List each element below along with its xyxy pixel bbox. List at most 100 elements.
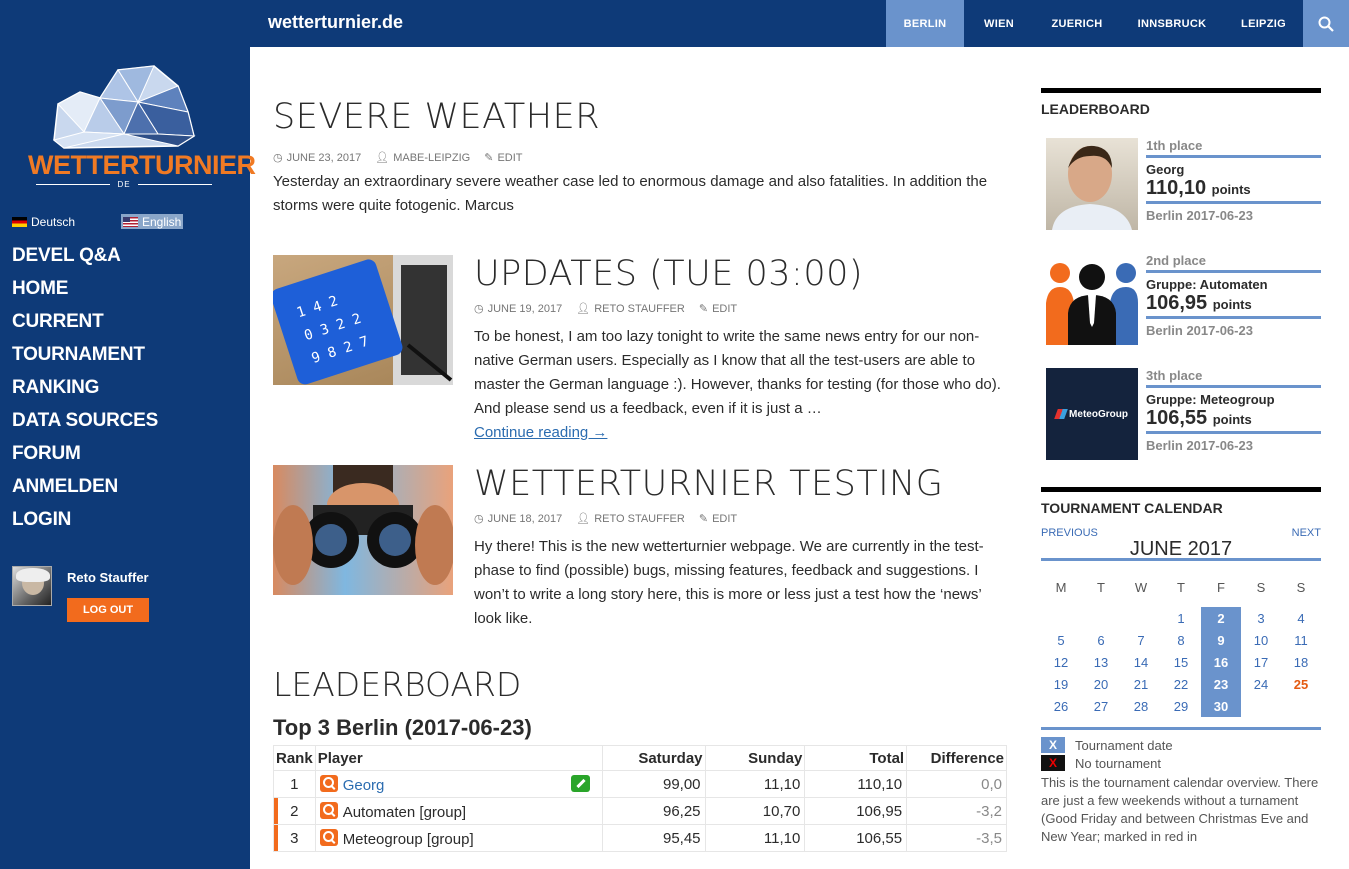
calendar-day[interactable]: 3 <box>1241 607 1281 629</box>
continue-reading-link[interactable]: Continue reading → <box>474 424 607 441</box>
player-link[interactable]: Georg <box>343 777 385 794</box>
column-header-rank[interactable]: Rank <box>273 745 316 771</box>
post-date[interactable]: ◷ JUNE 18, 2017 <box>474 512 563 526</box>
calendar-empty-cell <box>1041 607 1081 629</box>
calendar-day[interactable]: 8 <box>1161 629 1201 651</box>
calendar-day[interactable]: 5 <box>1041 629 1081 651</box>
calendar-day[interactable]: 23 <box>1201 673 1241 695</box>
city-tab-innsbruck[interactable]: INNSBRUCK <box>1120 0 1224 47</box>
nav-item-ranking[interactable]: RANKING <box>12 376 158 409</box>
column-header-sunday[interactable]: Sunday <box>704 745 806 771</box>
post-edit[interactable]: ✎ EDIT <box>698 512 737 526</box>
top-bar: wetterturnier.de BERLIN WIEN ZUERICH INN… <box>250 0 1349 47</box>
city-tab-wien[interactable]: WIEN <box>964 0 1034 47</box>
leaderboard-name[interactable]: Gruppe: Meteogroup <box>1146 392 1321 407</box>
post-title[interactable]: UPDATES (TUE 03:00) <box>474 254 1004 294</box>
leaderboard-name[interactable]: Gruppe: Automaten <box>1146 277 1321 292</box>
post-date[interactable]: ◷ JUNE 23, 2017 <box>273 151 361 165</box>
calendar-day[interactable]: 12 <box>1041 651 1081 673</box>
avatar[interactable] <box>12 566 52 606</box>
post-body: To be honest, I am too lazy tonight to w… <box>474 328 1001 417</box>
calendar-nav: PREVIOUS NEXT JUNE 2017 <box>1041 521 1321 561</box>
calendar-day[interactable]: 7 <box>1121 629 1161 651</box>
nav-item-current[interactable]: CURRENT <box>12 310 158 343</box>
search-player-icon[interactable] <box>319 774 338 792</box>
search-player-icon[interactable] <box>319 828 338 846</box>
calendar-day[interactable]: 30 <box>1201 695 1241 717</box>
calendar-day[interactable]: 19 <box>1041 673 1081 695</box>
pencil-icon: ✎ <box>698 513 709 525</box>
column-header-saturday[interactable]: Saturday <box>601 745 706 771</box>
post-thumbnail-binoculars[interactable] <box>273 465 453 595</box>
language-deutsch[interactable]: Deutsch <box>12 214 121 229</box>
post-edit[interactable]: ✎ EDIT <box>484 151 522 165</box>
leaderboard-info: 2nd place Gruppe: Automaten 106,95 point… <box>1146 253 1321 338</box>
leaderboard-subtitle: Top 3 Berlin (2017-06-23) <box>273 715 532 740</box>
calendar-day[interactable]: 2 <box>1201 607 1241 629</box>
post-author[interactable]: 👤︎ RETO STAUFFER <box>576 512 685 526</box>
player-photo[interactable] <box>1046 138 1138 230</box>
post-author[interactable]: 👤︎ RETO STAUFFER <box>576 302 685 316</box>
weekday: T <box>1177 579 1185 595</box>
site-logo[interactable]: WETTERTURNIER DE <box>28 62 256 192</box>
language-english[interactable]: English <box>121 214 184 229</box>
post-thumbnail-calculator[interactable]: 1 4 2 0 3 2 2 9 8 2 7 <box>273 255 453 385</box>
search-player-icon[interactable] <box>319 801 338 819</box>
points-value: 110,10 <box>1146 177 1207 199</box>
calendar-day[interactable]: 29 <box>1161 695 1201 717</box>
logout-button[interactable]: LOG OUT <box>67 598 149 622</box>
nav-item-devel-qa[interactable]: DEVEL Q&A <box>12 244 158 277</box>
column-header-player[interactable]: Player <box>314 745 603 771</box>
saturday-cell: 95,45 <box>601 824 706 852</box>
calendar-day[interactable]: 10 <box>1241 629 1281 651</box>
calendar-day[interactable]: 20 <box>1081 673 1121 695</box>
edit-icon[interactable] <box>570 775 590 792</box>
site-title[interactable]: wetterturnier.de <box>268 12 403 33</box>
nav-item-home[interactable]: HOME <box>12 277 158 310</box>
search-button[interactable] <box>1303 0 1349 47</box>
calendar-day[interactable]: 21 <box>1121 673 1161 695</box>
calendar-day[interactable]: 14 <box>1121 651 1161 673</box>
post-date[interactable]: ◷ JUNE 19, 2017 <box>474 302 562 316</box>
meteogroup-logo[interactable]: MeteoGroup <box>1046 368 1138 460</box>
user-icon: 👤︎ <box>375 152 390 164</box>
city-tab-berlin[interactable]: BERLIN <box>886 0 964 47</box>
column-header-total[interactable]: Total <box>804 745 908 771</box>
post-author[interactable]: 👤︎ MABE-LEIPZIG <box>375 151 470 165</box>
calendar-day[interactable]: 16 <box>1201 651 1241 673</box>
calendar-day[interactable]: 26 <box>1041 695 1081 717</box>
calendar-day[interactable]: 17 <box>1241 651 1281 673</box>
calendar-day[interactable]: 18 <box>1281 651 1321 673</box>
post-title[interactable]: WETTERTURNIER TESTING <box>474 464 1004 504</box>
calendar-day[interactable]: 27 <box>1081 695 1121 717</box>
nav-item-data-sources[interactable]: DATA SOURCES <box>12 409 158 442</box>
city-tab-zuerich[interactable]: ZUERICH <box>1034 0 1120 47</box>
calendar-day[interactable]: 25 <box>1281 673 1321 695</box>
city-tab-leipzig[interactable]: LEIPZIG <box>1224 0 1303 47</box>
nav-item-tournament[interactable]: TOURNAMENT <box>12 343 158 376</box>
calendar-day[interactable]: 13 <box>1081 651 1121 673</box>
calendar-day[interactable]: 6 <box>1081 629 1121 651</box>
points-label: points <box>1212 297 1252 312</box>
nav-item-forum[interactable]: FORUM <box>12 442 158 475</box>
calendar-day[interactable]: 15 <box>1161 651 1201 673</box>
leaderboard-name[interactable]: Georg <box>1146 162 1321 177</box>
nav-item-login[interactable]: LOGIN <box>12 508 158 541</box>
nav-item-anmelden[interactable]: ANMELDEN <box>12 475 158 508</box>
leaderboard-table: Rank Player Saturday Sunday Total Differ… <box>273 745 1007 852</box>
column-header-difference[interactable]: Difference <box>906 745 1007 771</box>
post-date-text: JUNE 18, 2017 <box>487 512 563 525</box>
calendar-day[interactable]: 11 <box>1281 629 1321 651</box>
post-edit[interactable]: ✎ EDIT <box>699 302 737 316</box>
city-navigation: BERLIN WIEN ZUERICH INNSBRUCK LEIPZIG <box>886 0 1303 47</box>
post-title[interactable]: SEVERE WEATHER <box>273 97 1003 137</box>
calendar-day[interactable]: 4 <box>1281 607 1321 629</box>
calendar-day[interactable]: 22 <box>1161 673 1201 695</box>
player-photo[interactable] <box>1046 253 1138 345</box>
calendar-day[interactable]: 28 <box>1121 695 1161 717</box>
calendar-day[interactable]: 1 <box>1161 607 1201 629</box>
calendar-weekday-row: M T W T F S S <box>1041 567 1321 607</box>
user-name[interactable]: Reto Stauffer <box>67 570 149 585</box>
calendar-day[interactable]: 9 <box>1201 629 1241 651</box>
calendar-day[interactable]: 24 <box>1241 673 1281 695</box>
